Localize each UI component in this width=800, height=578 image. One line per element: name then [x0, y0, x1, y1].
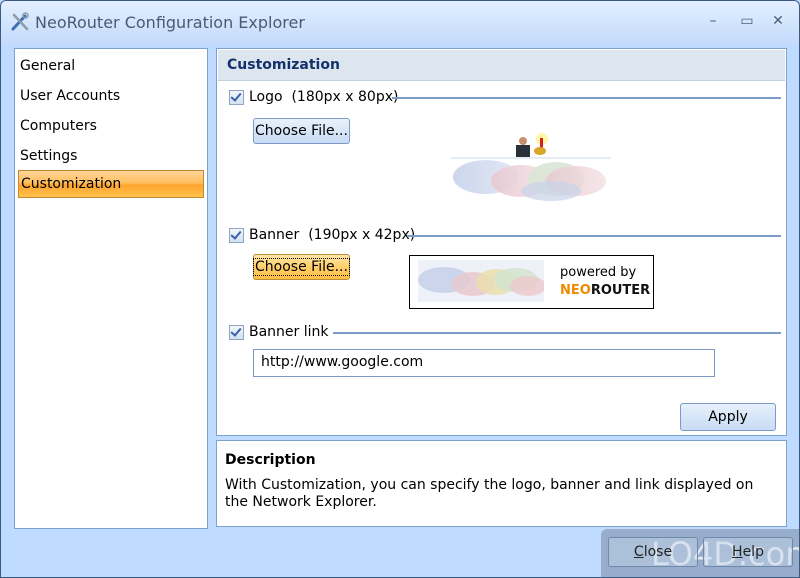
close-window-button[interactable]: ✕ — [767, 11, 789, 31]
banner-preview: powered by NEOROUTER — [409, 255, 654, 309]
accelerator-key: H — [732, 544, 743, 560]
brand-part-neo: NEO — [560, 283, 591, 298]
title-bar[interactable]: NeoRouter Configuration Explorer – ▭ ✕ — [1, 1, 799, 45]
logo-group-divider — [392, 97, 781, 99]
banner-link-group-header: Banner link — [229, 322, 329, 342]
sidebar-item-computers[interactable]: Computers — [18, 113, 204, 139]
sidebar-item-label: Computers — [20, 118, 97, 134]
accelerator-key: C — [633, 544, 644, 560]
button-label: Choose File... — [253, 258, 350, 276]
apply-button[interactable]: Apply — [680, 403, 776, 431]
sidebar-item-general[interactable]: General — [18, 53, 204, 79]
close-button-label: Close — [634, 544, 672, 560]
sidebar-item-label: General — [20, 58, 76, 74]
logo-group-header: Logo (180px x 80px) — [229, 87, 398, 107]
banner-label: Banner (190px x 42px) — [249, 227, 416, 243]
sidebar-item-label: Settings — [20, 148, 78, 164]
button-label: Apply — [708, 409, 748, 425]
help-button[interactable]: Help — [703, 537, 793, 567]
help-button-label: Help — [732, 544, 764, 560]
button-label: Choose File... — [255, 123, 348, 139]
banner-link-group-divider — [333, 332, 781, 334]
sidebar-item-settings[interactable]: Settings — [18, 143, 204, 169]
logo-label: Logo (180px x 80px) — [249, 89, 399, 105]
banner-link-label: Banner link — [249, 324, 329, 340]
sidebar-item-label: User Accounts — [20, 88, 121, 104]
label-rest: lose — [643, 544, 673, 560]
panel-header: Customization — [218, 50, 785, 81]
banner-powered-by-text: powered by — [560, 265, 637, 280]
banner-group-header: Banner (190px x 42px) — [229, 225, 415, 245]
neorouter-brand: NEOROUTER — [560, 283, 650, 298]
brand-part-router: ROUTER — [590, 283, 651, 298]
app-window: NeoRouter Configuration Explorer – ▭ ✕ G… — [0, 0, 800, 578]
description-text: With Customization, you can specify the … — [225, 477, 754, 510]
close-icon: ✕ — [772, 13, 784, 29]
sidebar-item-label: Customization — [21, 176, 122, 192]
banner-checkbox[interactable] — [229, 227, 244, 243]
banner-choose-file-button[interactable]: Choose File... — [253, 254, 350, 280]
sidebar-nav: General User Accounts Computers Settings… — [14, 48, 208, 529]
tools-icon — [11, 12, 29, 31]
banner-preview-image — [418, 260, 544, 302]
logo-preview-image — [451, 133, 611, 201]
window-title: NeoRouter Configuration Explorer — [35, 13, 305, 32]
banner-group-divider — [407, 235, 781, 237]
customization-panel: Customization Logo (180px x 80px) Choose… — [216, 48, 787, 436]
maximize-icon: ▭ — [740, 13, 754, 29]
minimize-button[interactable]: – — [702, 11, 724, 31]
sidebar-item-user-accounts[interactable]: User Accounts — [18, 83, 204, 109]
maximize-button[interactable]: ▭ — [736, 11, 758, 31]
sidebar-item-customization[interactable]: Customization — [18, 170, 204, 198]
banner-link-input[interactable]: http://www.google.com — [253, 349, 715, 377]
label-rest: elp — [742, 544, 764, 560]
banner-link-checkbox[interactable] — [229, 324, 244, 340]
logo-checkbox[interactable] — [229, 89, 244, 105]
logo-choose-file-button[interactable]: Choose File... — [253, 118, 350, 144]
description-panel: Description With Customization, you can … — [216, 440, 787, 527]
panel-title: Customization — [227, 57, 340, 73]
description-title: Description — [225, 452, 316, 468]
close-button[interactable]: Close — [608, 537, 698, 567]
minimize-icon: – — [709, 13, 717, 29]
